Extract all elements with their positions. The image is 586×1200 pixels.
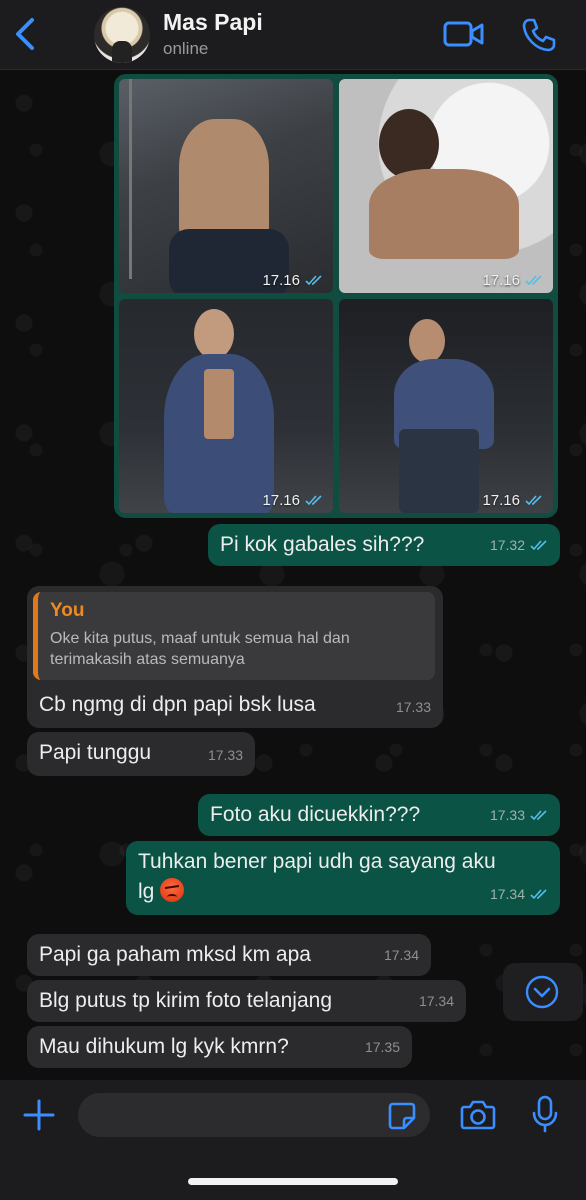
message-time: 17.33 <box>489 807 525 823</box>
plus-icon[interactable] <box>22 1098 56 1132</box>
scroll-to-bottom-button[interactable] <box>503 963 583 1021</box>
incoming-message[interactable]: Mau dihukum lg kyk kmrn? 17.35 <box>27 1026 412 1068</box>
photo-2[interactable]: 17.16 <box>339 79 553 293</box>
photo-1[interactable]: 17.16 <box>119 79 333 293</box>
message-text-line-2: lg <box>138 880 155 903</box>
message-composer <box>0 1080 586 1200</box>
chat-area[interactable]: 17.16 17.16 17.16 17.16 Pi kok gabales s… <box>0 70 586 1080</box>
message-text: Papi ga paham mksd km apa <box>39 943 311 966</box>
photo-time: 17.16 <box>262 492 300 509</box>
quoted-reply[interactable]: You Oke kita putus, maaf untuk semua hal… <box>33 592 435 680</box>
outgoing-message[interactable]: Tuhkan bener papi udh ga sayang aku lg 1… <box>126 841 560 915</box>
photo-4[interactable]: 17.16 <box>339 299 553 513</box>
photo-album-message[interactable]: 17.16 17.16 17.16 17.16 <box>114 74 558 518</box>
message-text: Cb ngmg di dpn papi bsk lusa <box>39 693 316 716</box>
photo-time: 17.16 <box>482 492 520 509</box>
message-text: Papi tunggu <box>39 741 152 764</box>
back-chevron-icon[interactable] <box>10 14 40 54</box>
message-time: 17.34 <box>489 886 525 902</box>
angry-face-emoji-icon <box>160 878 185 902</box>
read-ticks-icon <box>530 539 547 550</box>
photo-3[interactable]: 17.16 <box>119 299 333 513</box>
camera-icon[interactable] <box>460 1099 496 1131</box>
read-ticks-icon <box>305 275 322 286</box>
home-indicator <box>188 1178 398 1185</box>
microphone-icon[interactable] <box>532 1095 558 1133</box>
incoming-message-with-reply[interactable]: You Oke kita putus, maaf untuk semua hal… <box>27 586 443 728</box>
message-time: 17.33 <box>395 699 431 715</box>
read-ticks-icon <box>525 495 542 506</box>
video-call-icon[interactable] <box>443 18 485 50</box>
read-ticks-icon <box>305 495 322 506</box>
message-time: 17.34 <box>418 993 454 1009</box>
chat-header: Mas Papi online <box>0 0 586 70</box>
message-text: Mau dihukum lg kyk kmrn? <box>39 1035 289 1058</box>
contact-avatar[interactable] <box>94 7 150 63</box>
contact-status: online <box>163 39 209 58</box>
sticker-icon[interactable] <box>387 1101 417 1131</box>
chevron-down-circle-icon <box>525 975 559 1009</box>
message-time: 17.35 <box>364 1039 400 1055</box>
message-time: 17.34 <box>383 947 419 963</box>
read-ticks-icon <box>525 275 542 286</box>
photo-time: 17.16 <box>262 272 300 289</box>
reply-text: Oke kita putus, maaf untuk semua hal dan… <box>50 630 350 668</box>
read-ticks-icon <box>530 809 547 820</box>
message-time: 17.33 <box>207 747 243 763</box>
message-text: Pi kok gabales sih??? <box>220 533 425 556</box>
message-input[interactable] <box>78 1093 430 1137</box>
incoming-message[interactable]: Papi tunggu 17.33 <box>27 732 255 776</box>
message-text: Foto aku dicuekkin??? <box>210 803 421 826</box>
photo-time: 17.16 <box>482 272 520 289</box>
message-text-line-1: Tuhkan bener papi udh ga sayang aku <box>138 850 496 873</box>
outgoing-message[interactable]: Pi kok gabales sih??? 17.32 <box>208 524 560 566</box>
outgoing-message[interactable]: Foto aku dicuekkin??? 17.33 <box>198 794 560 836</box>
phone-call-icon[interactable] <box>521 17 557 53</box>
read-ticks-icon <box>530 888 547 899</box>
incoming-message[interactable]: Blg putus tp kirim foto telanjang 17.34 <box>27 980 466 1022</box>
reply-author: You <box>50 600 85 621</box>
incoming-message[interactable]: Papi ga paham mksd km apa 17.34 <box>27 934 431 976</box>
message-time: 17.32 <box>489 537 525 553</box>
message-text: Blg putus tp kirim foto telanjang <box>39 989 332 1012</box>
contact-name[interactable]: Mas Papi <box>163 9 263 36</box>
